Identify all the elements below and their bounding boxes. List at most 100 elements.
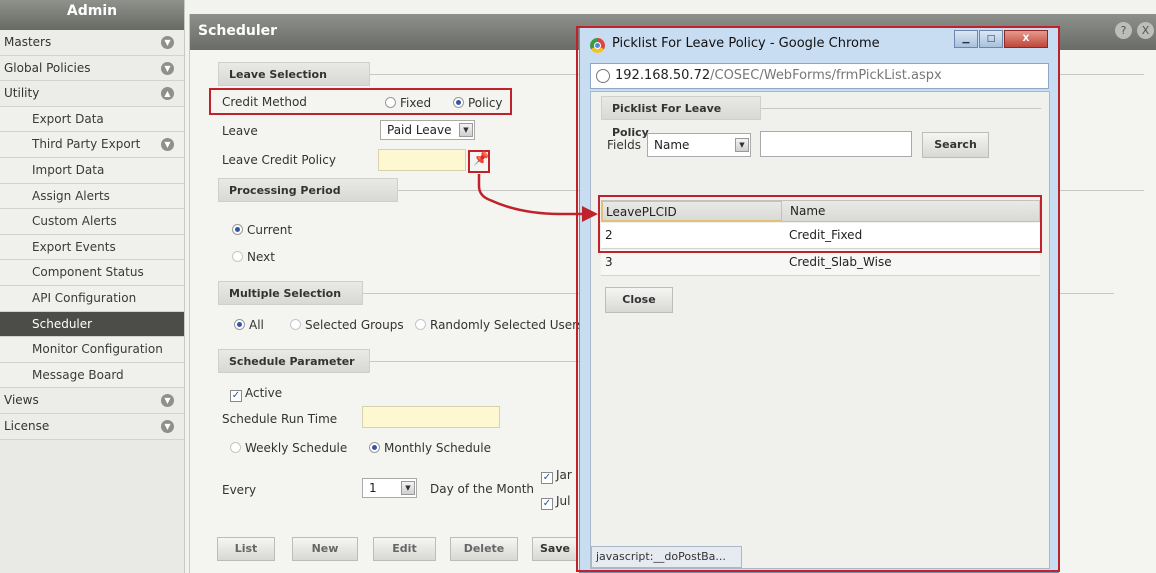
weekly-schedule-label: Weekly Schedule [245, 441, 348, 455]
all-label: All [249, 318, 264, 332]
sidebar-item-label: Message Board [32, 367, 124, 382]
leave-select[interactable]: Paid Leave ▼ [380, 120, 475, 140]
sidebar-item-label: Export Data [32, 111, 104, 126]
sidebar-item-message-board[interactable]: Message Board [0, 362, 184, 389]
month-label: Jul [556, 494, 571, 508]
radio-icon [290, 319, 301, 330]
sidebar-item-custom-alerts[interactable]: Custom Alerts [0, 209, 184, 235]
section-schedule-parameter: Schedule Parameter [218, 349, 370, 373]
divider [363, 293, 580, 294]
chevron-down-icon[interactable]: ▼ [161, 419, 174, 433]
random-users-radio[interactable]: Randomly Selected Users [415, 318, 583, 332]
sidebar-item-license[interactable]: License ▼ [0, 413, 184, 440]
weekly-schedule-radio[interactable]: Weekly Schedule [230, 441, 347, 455]
help-icon[interactable]: ? [1115, 22, 1132, 39]
sidebar-item-export-data[interactable]: Export Data [0, 106, 184, 133]
new-button[interactable]: New [292, 537, 358, 561]
chevron-up-icon[interactable]: ▲ [161, 87, 174, 101]
rows-highlight [598, 195, 1042, 253]
sidebar-item-label: Assign Alerts [32, 188, 110, 203]
divider [1060, 293, 1114, 294]
pin-icon[interactable]: 📌 [473, 152, 489, 167]
selected-groups-radio[interactable]: Selected Groups [290, 318, 404, 332]
all-radio[interactable]: All [234, 318, 264, 332]
save-button[interactable]: Save [532, 537, 578, 561]
month-label: Jar [556, 468, 572, 482]
sidebar-item-api-configuration[interactable]: API Configuration [0, 285, 184, 312]
sidebar-item-scheduler[interactable]: Scheduler [0, 311, 184, 338]
active-label: Active [245, 386, 283, 400]
sidebar-item-label: Global Policies [4, 60, 91, 75]
admin-sidebar: Admin Masters ▼ Global Policies ▼ Utilit… [0, 0, 185, 573]
divider [370, 361, 580, 362]
sidebar-item-label: Import Data [32, 162, 105, 177]
sidebar-item-label: Scheduler [32, 316, 93, 331]
day-of-month-label: Day of the Month [430, 482, 535, 496]
sidebar-item-assign-alerts[interactable]: Assign Alerts [0, 183, 184, 210]
divider [1060, 74, 1144, 75]
sidebar-item-label: Views [4, 393, 39, 408]
current-radio[interactable]: Current [232, 223, 292, 237]
edit-button[interactable]: Edit [373, 537, 436, 561]
sidebar-item-label: Custom Alerts [32, 214, 117, 229]
checkmark-icon: ✓ [541, 472, 553, 484]
schedule-run-time-label: Schedule Run Time [222, 412, 338, 426]
checkmark-icon: ✓ [541, 498, 553, 510]
selected-groups-label: Selected Groups [305, 318, 404, 332]
sidebar-item-label: Component Status [32, 265, 144, 280]
sidebar-item-utility[interactable]: Utility ▲ [0, 81, 184, 107]
next-label: Next [247, 250, 275, 264]
day-select[interactable]: 1 ▼ [362, 478, 417, 498]
sidebar-item-label: Utility [4, 86, 40, 101]
divider [370, 74, 580, 75]
sidebar-item-views[interactable]: Views ▼ [0, 388, 184, 414]
sidebar-item-label: License [4, 418, 50, 433]
delete-button[interactable]: Delete [450, 537, 518, 561]
schedule-run-time-input[interactable] [362, 406, 500, 428]
credit-method-highlight [209, 88, 512, 115]
chevron-down-icon[interactable]: ▼ [161, 61, 174, 75]
sidebar-item-monitor-configuration[interactable]: Monitor Configuration [0, 337, 184, 363]
popup-highlight [576, 26, 1060, 572]
list-button[interactable]: List [217, 537, 275, 561]
next-radio[interactable]: Next [232, 250, 275, 264]
sidebar-item-component-status[interactable]: Component Status [0, 260, 184, 286]
chevron-down-icon[interactable]: ▼ [401, 481, 415, 495]
sidebar-title: Admin [0, 0, 184, 30]
sidebar-item-third-party-export[interactable]: Third Party Export ▼ [0, 132, 184, 158]
radio-selected-icon [234, 319, 245, 330]
active-checkbox[interactable]: ✓ Active [230, 386, 282, 402]
chevron-down-icon[interactable]: ▼ [161, 138, 174, 152]
radio-selected-icon [232, 224, 243, 235]
radio-icon [230, 442, 241, 453]
sidebar-item-label: API Configuration [32, 290, 137, 305]
section-leave-selection: Leave Selection [218, 62, 370, 86]
day-select-value: 1 [369, 481, 377, 495]
month-checkbox-jan[interactable]: ✓ Jar [541, 468, 572, 484]
divider [398, 190, 580, 191]
leave-select-value: Paid Leave [387, 123, 452, 137]
leave-credit-policy-label: Leave Credit Policy [222, 153, 336, 167]
current-label: Current [247, 223, 293, 237]
section-multiple-selection: Multiple Selection [218, 281, 363, 305]
monthly-schedule-radio[interactable]: Monthly Schedule [369, 441, 491, 455]
random-users-label: Randomly Selected Users [430, 318, 584, 332]
sidebar-item-global-policies[interactable]: Global Policies ▼ [0, 55, 184, 82]
divider [1060, 190, 1144, 191]
chevron-down-icon[interactable]: ▼ [161, 394, 174, 408]
chevron-down-icon[interactable]: ▼ [161, 36, 174, 49]
radio-icon [415, 319, 426, 330]
sidebar-item-export-events[interactable]: Export Events [0, 234, 184, 261]
monthly-schedule-label: Monthly Schedule [384, 441, 492, 455]
radio-icon [232, 251, 243, 262]
leave-credit-policy-input[interactable] [378, 149, 466, 171]
chevron-down-icon[interactable]: ▼ [459, 123, 473, 137]
sidebar-item-label: Third Party Export [32, 137, 141, 152]
every-label: Every [222, 483, 257, 497]
close-icon[interactable]: X [1137, 22, 1154, 39]
sidebar-item-import-data[interactable]: Import Data [0, 157, 184, 184]
radio-selected-icon [369, 442, 380, 453]
sidebar-item-masters[interactable]: Masters ▼ [0, 30, 184, 56]
month-checkbox-jul[interactable]: ✓ Jul [541, 494, 570, 510]
section-processing-period: Processing Period [218, 178, 398, 202]
